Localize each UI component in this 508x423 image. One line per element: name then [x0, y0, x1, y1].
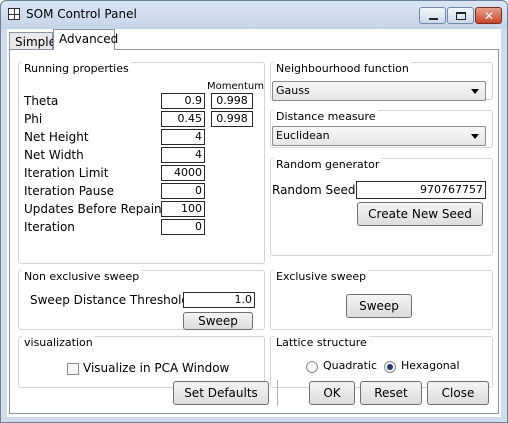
ok-button[interactable]: OK	[309, 381, 355, 405]
tab-simple[interactable]: Simple	[9, 32, 56, 50]
chevron-down-icon	[471, 134, 479, 139]
iteration-pause-label: Iteration Pause	[24, 184, 115, 198]
distance-select[interactable]: Euclidean	[272, 126, 486, 146]
updates-before-repaint-field[interactable]: 100	[161, 201, 205, 217]
random-generator-title: Random generator	[274, 158, 382, 171]
chevron-down-icon	[471, 89, 479, 94]
pca-window-label[interactable]: Visualize in PCA Window	[83, 361, 229, 375]
net-width-label: Net Width	[24, 148, 84, 162]
random-seed-label: Random Seed	[272, 183, 356, 197]
tab-advanced[interactable]: Advanced	[53, 29, 118, 50]
exclusive-sweep-title: Exclusive sweep	[274, 270, 369, 283]
non-exclusive-sweep-button[interactable]: Sweep	[183, 312, 253, 330]
create-new-seed-button[interactable]: Create New Seed	[357, 202, 483, 226]
exclusive-sweep-button[interactable]: Sweep	[346, 294, 412, 318]
running-properties-title: Running properties	[22, 62, 131, 75]
neighbourhood-title: Neighbourhood function	[274, 62, 411, 75]
som-control-panel-window: SOM Control Panel ✕ Simple Advanced Runn…	[0, 0, 508, 423]
set-defaults-button[interactable]: Set Defaults	[173, 381, 269, 405]
phi-label: Phi	[24, 112, 43, 126]
net-height-label: Net Height	[24, 130, 89, 144]
non-exclusive-sweep-title: Non exclusive sweep	[22, 270, 142, 283]
window-title: SOM Control Panel	[26, 7, 137, 21]
close-icon: ✕	[484, 9, 495, 23]
quadratic-label[interactable]: Quadratic	[323, 359, 377, 372]
distance-title: Distance measure	[274, 110, 378, 123]
net-width-field[interactable]: 4	[161, 147, 205, 163]
iteration-pause-field[interactable]: 0	[161, 183, 205, 199]
iteration-limit-label: Iteration Limit	[24, 166, 109, 180]
title-bar[interactable]: SOM Control Panel ✕	[1, 1, 507, 29]
footer-separator	[277, 380, 278, 406]
phi-momentum-field[interactable]: 0.998	[211, 111, 253, 127]
phi-field[interactable]: 0.45	[161, 111, 205, 127]
app-icon[interactable]	[8, 8, 20, 20]
advanced-panel: Running properties Momentum Theta 0.9 0.…	[9, 49, 499, 414]
visualization-title: visualization	[22, 336, 95, 349]
hexagonal-radio[interactable]	[384, 361, 396, 373]
minimize-icon	[429, 18, 438, 20]
minimize-button[interactable]	[419, 7, 446, 24]
neighbourhood-select[interactable]: Gauss	[272, 81, 486, 101]
sweep-threshold-label: Sweep Distance Threshold	[30, 293, 190, 307]
lattice-title: Lattice structure	[274, 336, 369, 349]
maximize-button[interactable]	[447, 7, 474, 24]
reset-button[interactable]: Reset	[360, 381, 422, 405]
net-height-field[interactable]: 4	[161, 129, 205, 145]
window-close-button[interactable]: ✕	[475, 7, 502, 24]
random-seed-field[interactable]: 970767757	[356, 181, 486, 199]
client-area: Simple Advanced Running properties Momen…	[7, 29, 501, 417]
iteration-field[interactable]: 0	[161, 219, 205, 235]
close-button[interactable]: Close	[427, 381, 489, 405]
theta-momentum-field[interactable]: 0.998	[211, 93, 253, 109]
hexagonal-label[interactable]: Hexagonal	[401, 359, 460, 372]
distance-selected: Euclidean	[276, 129, 330, 142]
maximize-icon	[456, 12, 466, 20]
pca-window-checkbox[interactable]	[67, 363, 79, 375]
neighbourhood-selected: Gauss	[276, 84, 310, 97]
theta-label: Theta	[24, 94, 59, 108]
updates-before-repaint-label: Updates Before Repaint	[24, 202, 167, 216]
quadratic-radio[interactable]	[306, 361, 318, 373]
momentum-header: Momentum	[207, 81, 264, 92]
sweep-threshold-field[interactable]: 1.0	[183, 292, 255, 308]
theta-field[interactable]: 0.9	[161, 93, 205, 109]
iteration-label: Iteration	[24, 220, 75, 234]
iteration-limit-field[interactable]: 4000	[161, 165, 205, 181]
